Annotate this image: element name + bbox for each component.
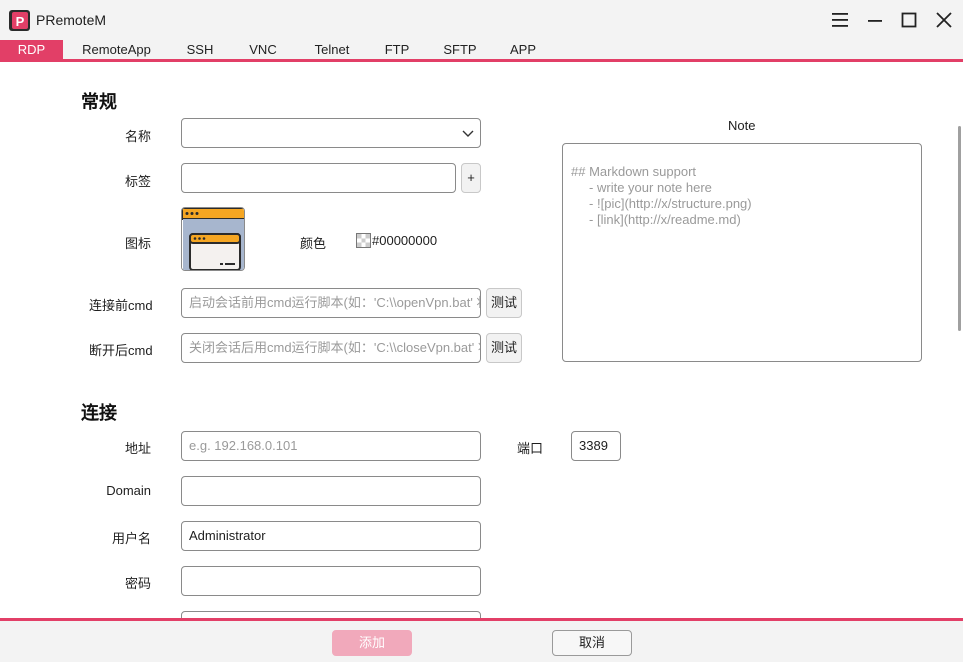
tab-sftp[interactable]: SFTP: [437, 40, 483, 59]
port-label: 端口: [517, 441, 544, 456]
tab-telnet[interactable]: Telnet: [305, 40, 359, 59]
note-label: Note: [728, 118, 756, 133]
tab-ftp[interactable]: FTP: [377, 40, 417, 59]
color-label: 颜色: [300, 236, 327, 251]
minimize-icon: [868, 20, 882, 22]
tab-vnc[interactable]: VNC: [241, 40, 285, 59]
domain-label: Domain: [106, 483, 151, 498]
note-placeholder-line: - [link](http://x/readme.md): [571, 212, 741, 227]
cancel-button[interactable]: 取消: [552, 630, 632, 656]
pre-cmd-label: 连接前cmd: [89, 298, 153, 313]
add-tag-button[interactable]: +: [461, 163, 481, 193]
app-title: PRemoteM: [36, 12, 107, 28]
note-textarea[interactable]: ## Markdown support - write your note he…: [562, 143, 922, 362]
pre-cmd-test-button[interactable]: 测试: [486, 288, 522, 318]
server-icon-picker[interactable]: [181, 207, 245, 271]
username-input[interactable]: Administrator: [181, 521, 481, 551]
window-icon: [182, 208, 244, 270]
name-combobox[interactable]: [181, 118, 481, 148]
general-section-title: 常规: [81, 92, 117, 112]
note-placeholder-line: ## Markdown support: [571, 164, 697, 179]
name-label: 名称: [124, 129, 151, 144]
app-logo-icon: P: [9, 10, 30, 31]
title-bar: P PRemoteM: [0, 0, 963, 40]
transparent-swatch-icon: [356, 232, 371, 248]
protocol-tabs: RDP RemoteApp SSH VNC Telnet FTP SFTP AP…: [0, 40, 963, 62]
password-input[interactable]: [181, 566, 481, 596]
note-placeholder-line: - write your note here: [571, 180, 712, 195]
tab-rdp[interactable]: RDP: [0, 40, 63, 59]
color-value: #00000000: [372, 232, 438, 248]
password-label: 密码: [124, 576, 151, 591]
close-icon: [936, 12, 952, 28]
tab-app[interactable]: APP: [503, 40, 543, 59]
icon-label: 图标: [124, 236, 151, 251]
tab-remoteapp[interactable]: RemoteApp: [75, 40, 158, 59]
tab-ssh[interactable]: SSH: [178, 40, 222, 59]
tags-label: 标签: [124, 174, 151, 189]
port-input[interactable]: 3389: [571, 431, 621, 461]
svg-text:P: P: [16, 14, 25, 29]
footer-bar: 添加 取消: [0, 618, 963, 662]
post-cmd-input[interactable]: 关闭会话后用cmd运行脚本(如：'C:\\closeVpn.bat' 将: [181, 333, 481, 363]
close-button[interactable]: [931, 7, 957, 33]
add-button[interactable]: 添加: [332, 630, 412, 656]
menu-button[interactable]: [827, 7, 853, 33]
next-field-input[interactable]: [181, 611, 481, 618]
color-picker[interactable]: #00000000: [356, 232, 437, 248]
hamburger-icon: [832, 13, 848, 27]
domain-input[interactable]: [181, 476, 481, 506]
address-input[interactable]: e.g. 192.168.0.101: [181, 431, 481, 461]
tags-input[interactable]: [181, 163, 456, 193]
maximize-button[interactable]: [896, 7, 922, 33]
username-label: 用户名: [111, 531, 151, 546]
address-label: 地址: [124, 441, 151, 456]
chevron-down-icon: [462, 130, 474, 137]
maximize-icon: [901, 12, 917, 28]
vertical-scrollbar[interactable]: [958, 126, 961, 331]
post-cmd-label: 断开后cmd: [89, 343, 153, 358]
post-cmd-test-button[interactable]: 测试: [486, 333, 522, 363]
connection-section-title: 连接: [81, 403, 117, 423]
pre-cmd-input[interactable]: 启动会话前用cmd运行脚本(如：'C:\\openVpn.bat' 将: [181, 288, 481, 318]
minimize-button[interactable]: [862, 7, 888, 33]
server-edit-form: 常规 名称 标签 + 图标 颜色 #00000000 连接前cmd 启动会话前用…: [0, 62, 963, 618]
note-placeholder-line: - ![pic](http://x/structure.png): [571, 196, 752, 211]
